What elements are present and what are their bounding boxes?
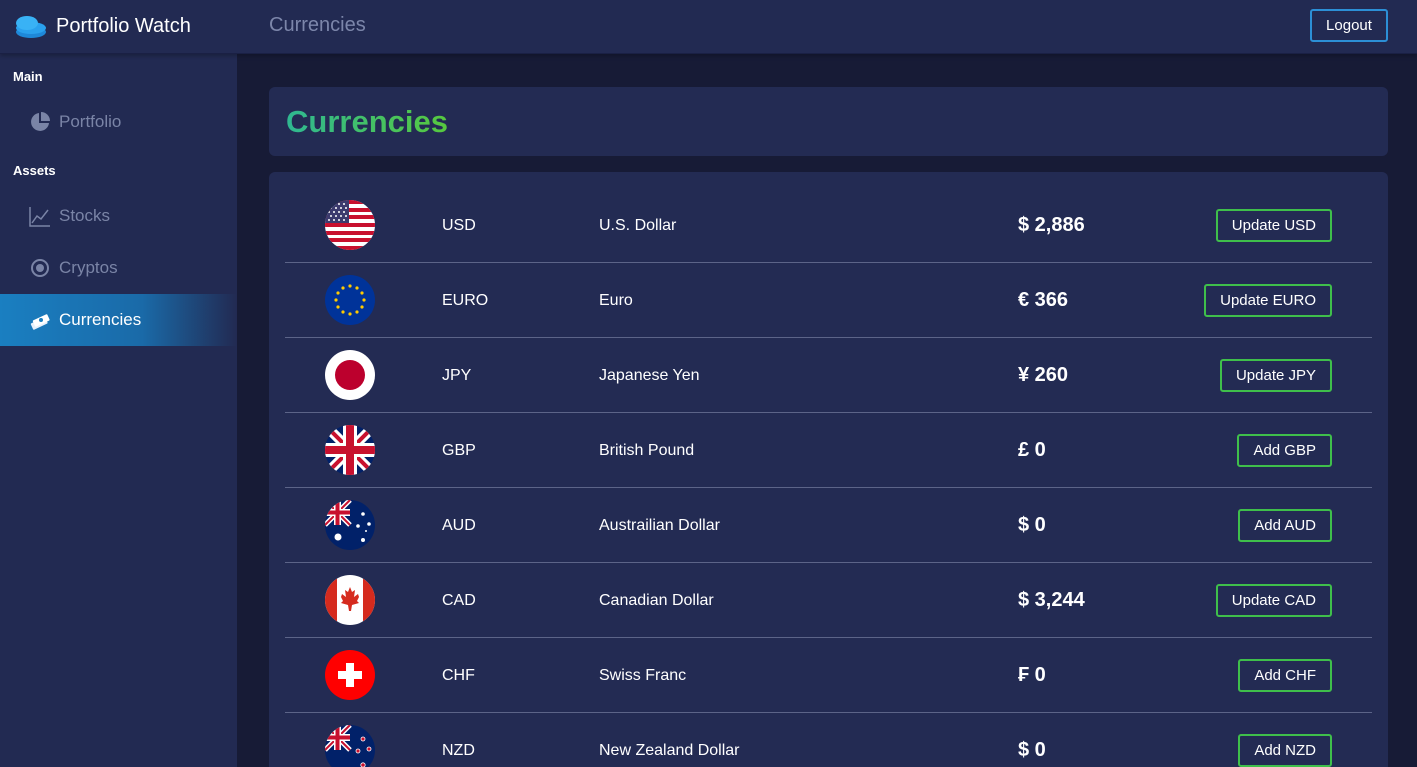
app-name: Portfolio Watch	[56, 14, 191, 37]
new-zealand-flag-icon	[325, 725, 375, 767]
currency-amount: $ 3,244	[1018, 589, 1085, 611]
sidebar-item-label: Currencies	[59, 310, 142, 329]
uk-flag-icon	[325, 425, 375, 475]
currency-list: USD U.S. Dollar $ 2,886 Update USD EURO …	[269, 172, 1388, 767]
money-stack-icon	[29, 309, 51, 331]
pie-chart-icon	[29, 111, 51, 133]
currency-name: Canadian Dollar	[599, 591, 714, 609]
sidebar-item-label: Cryptos	[59, 258, 118, 277]
eu-flag-icon	[325, 275, 375, 325]
currency-amount: ₣ 0	[1018, 664, 1046, 686]
currency-amount: € 366	[1018, 289, 1069, 311]
currency-amount: $ 2,886	[1018, 214, 1085, 236]
currency-code: JPY	[442, 366, 472, 384]
add-aud-button[interactable]: Add AUD	[1238, 509, 1332, 542]
currency-row: EURO Euro € 366 Update EURO	[285, 263, 1372, 338]
currency-name: U.S. Dollar	[599, 216, 677, 234]
currency-amount: $ 0	[1018, 514, 1046, 536]
line-chart-icon	[29, 205, 51, 227]
currency-row: GBP British Pound £ 0 Add GBP	[285, 413, 1372, 488]
currency-code: GBP	[442, 441, 476, 459]
currency-code: NZD	[442, 741, 475, 759]
currency-amount: ¥ 260	[1018, 364, 1069, 386]
currency-name: Euro	[599, 291, 633, 309]
coins-stack-icon	[16, 16, 46, 38]
sidebar-item-stocks[interactable]: Stocks	[0, 190, 237, 242]
us-flag-icon	[325, 200, 375, 250]
currency-code: USD	[442, 216, 476, 234]
currency-name: New Zealand Dollar	[599, 741, 740, 759]
sidebar-item-portfolio[interactable]: Portfolio	[0, 96, 237, 148]
japan-flag-icon	[325, 350, 375, 400]
currency-name: Swiss Franc	[599, 666, 687, 684]
add-gbp-button[interactable]: Add GBP	[1237, 434, 1332, 467]
australia-flag-icon	[325, 500, 375, 550]
add-nzd-button[interactable]: Add NZD	[1238, 734, 1332, 767]
currency-row: AUD Austrailian Dollar $ 0 Add AUD	[285, 488, 1372, 563]
currency-row: CHF Swiss Franc ₣ 0 Add CHF	[285, 638, 1372, 713]
brand[interactable]: Portfolio Watch	[14, 12, 191, 40]
sidebar-item-label: Stocks	[59, 206, 111, 225]
sidebar-section-main: Main	[13, 69, 43, 84]
add-chf-button[interactable]: Add CHF	[1238, 659, 1332, 692]
currency-row: NZD New Zealand Dollar $ 0 Add NZD	[285, 713, 1372, 767]
canada-flag-icon	[325, 575, 375, 625]
currency-code: AUD	[442, 516, 476, 534]
page-title-card: Currencies	[269, 87, 1388, 156]
sidebar: Main Portfolio Assets Stocks Cryptos Cur…	[0, 54, 237, 767]
currency-name: Japanese Yen	[599, 366, 700, 384]
currency-amount: £ 0	[1018, 439, 1046, 461]
sidebar-item-cryptos[interactable]: Cryptos	[0, 242, 237, 294]
update-euro-button[interactable]: Update EURO	[1204, 284, 1332, 317]
top-bar: Portfolio Watch Currencies Logout	[0, 0, 1417, 54]
switzerland-flag-icon	[325, 650, 375, 700]
currency-code: CAD	[442, 591, 476, 609]
currency-row: JPY Japanese Yen ¥ 260 Update JPY	[285, 338, 1372, 413]
currency-row: USD U.S. Dollar $ 2,886 Update USD	[285, 188, 1372, 263]
sidebar-item-currencies[interactable]: Currencies	[0, 294, 237, 346]
page-title: Currencies	[286, 104, 448, 139]
page-breadcrumb: Currencies	[269, 14, 366, 36]
crypto-coin-icon	[29, 257, 51, 279]
currency-row: CAD Canadian Dollar $ 3,244 Update CAD	[285, 563, 1372, 638]
currency-amount: $ 0	[1018, 739, 1046, 761]
logout-button[interactable]: Logout	[1310, 9, 1388, 42]
currency-code: EURO	[442, 291, 489, 309]
update-usd-button[interactable]: Update USD	[1215, 209, 1332, 242]
update-jpy-button[interactable]: Update JPY	[1219, 359, 1332, 392]
update-cad-button[interactable]: Update CAD	[1215, 584, 1332, 617]
currency-name: Austrailian Dollar	[599, 516, 720, 534]
currency-code: CHF	[442, 666, 475, 684]
sidebar-section-assets: Assets	[13, 163, 56, 178]
currency-name: British Pound	[599, 441, 695, 459]
sidebar-item-label: Portfolio	[59, 112, 122, 131]
